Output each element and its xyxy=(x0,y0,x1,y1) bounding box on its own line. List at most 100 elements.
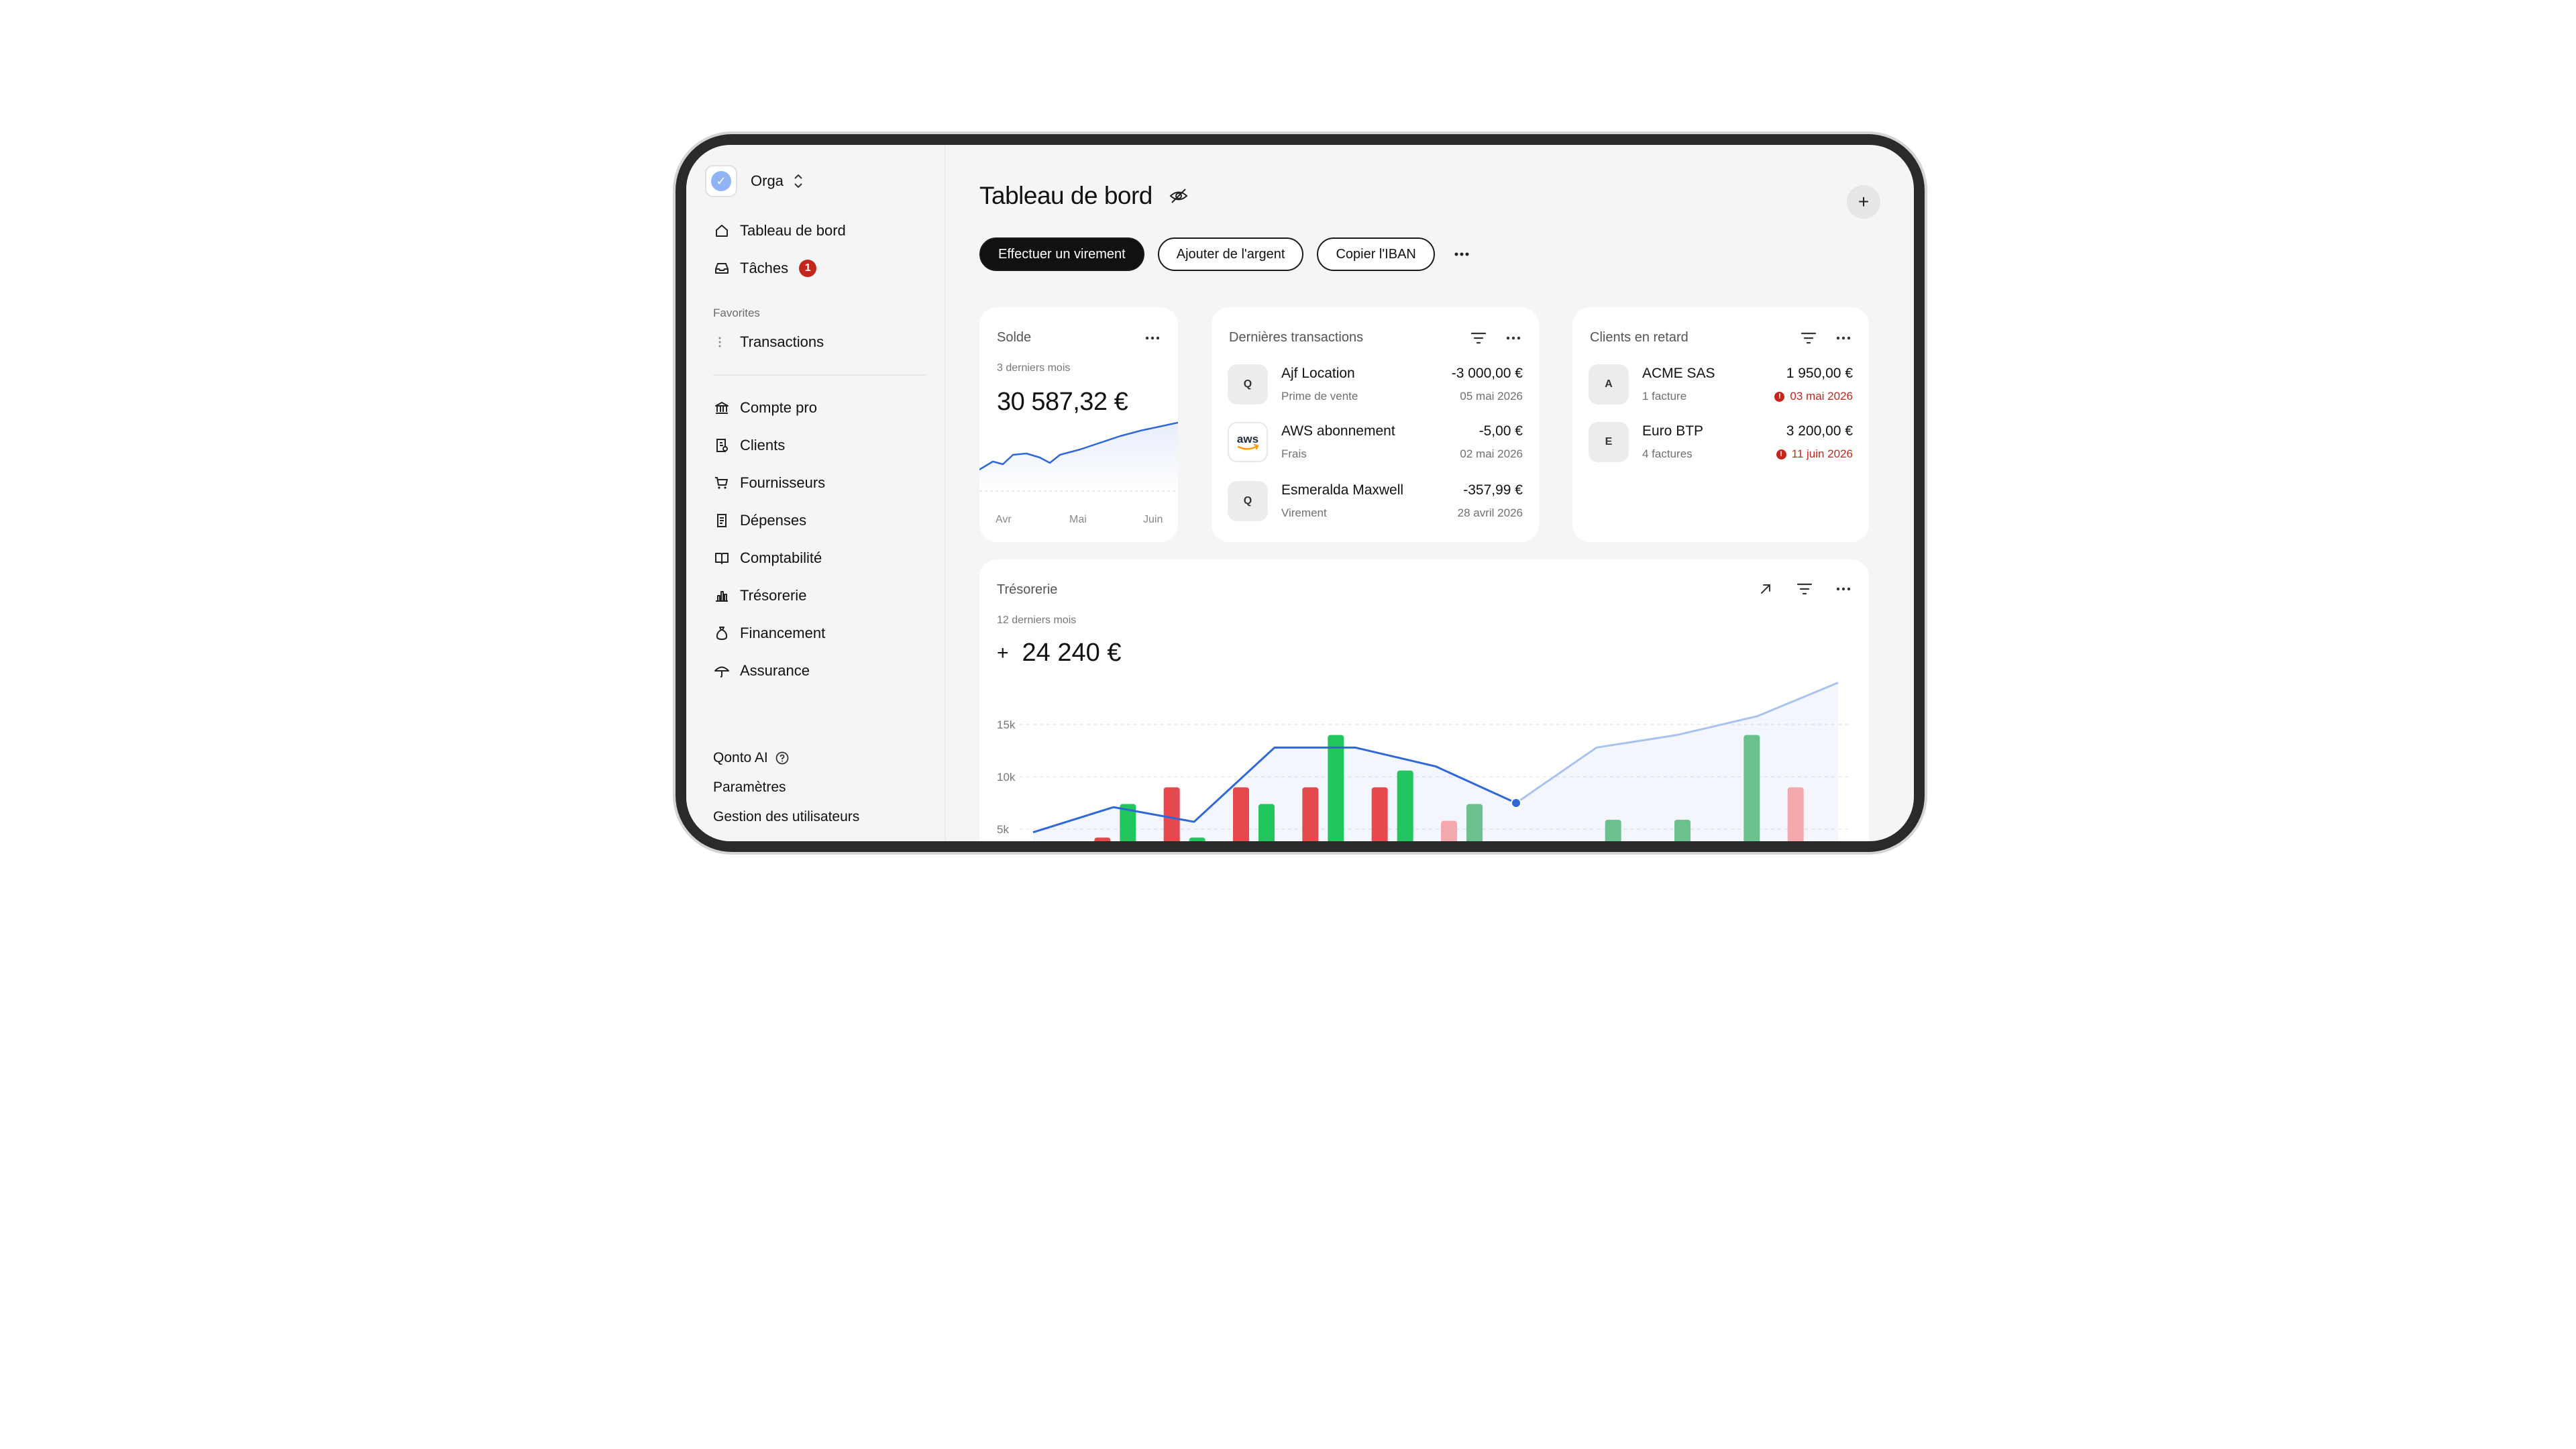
sidebar-item-label: Comptabilité xyxy=(740,549,822,566)
inflow-bar xyxy=(1258,804,1275,841)
transaction-name: Esmeralda Maxwell xyxy=(1281,482,1404,498)
inflow-bar xyxy=(1466,804,1483,841)
treasury-amount-value: 24 240 € xyxy=(1022,639,1122,667)
card-period: 12 derniers mois xyxy=(997,614,1077,626)
due-date-text: 03 mai 2026 xyxy=(1790,390,1853,402)
filter-icon[interactable] xyxy=(1469,330,1488,346)
transaction-row[interactable]: Q Ajf Location Prime de vente -3 000,00 €… xyxy=(1228,361,1523,408)
sidebar-item-financing[interactable]: Financement xyxy=(705,614,945,652)
amount-sign: + xyxy=(997,641,1009,664)
y-tick-label: 15k xyxy=(997,718,1016,731)
sidebar-item-label: Financement xyxy=(740,625,826,641)
transaction-date: 05 mai 2026 xyxy=(1460,390,1523,402)
overdue-icon: ! xyxy=(1774,391,1785,402)
aws-logo: aws xyxy=(1228,422,1268,462)
transfer-button[interactable]: Effectuer un virement xyxy=(979,237,1144,271)
balance-amount: 30 587,32 € xyxy=(997,388,1128,416)
eye-off-icon[interactable] xyxy=(1169,186,1189,206)
settings-link[interactable]: Paramètres xyxy=(713,773,859,802)
outflow-bar xyxy=(1094,837,1111,841)
add-money-button[interactable]: Ajouter de l'argent xyxy=(1157,237,1304,271)
plus-icon: + xyxy=(1858,191,1870,212)
transaction-date: 02 mai 2026 xyxy=(1460,447,1523,460)
favorites-heading: Favorites xyxy=(713,307,760,319)
copy-iban-button[interactable]: Copier l'IBAN xyxy=(1317,237,1435,271)
sidebar-item-tasks[interactable]: Tâches 1 xyxy=(705,250,945,287)
outflow-bar xyxy=(1233,787,1249,841)
tablet-frame: ✓ Orga Tableau de bord Tâches 1 Favorite… xyxy=(673,131,1927,855)
add-button[interactable]: + xyxy=(1847,185,1880,219)
transactions-card[interactable]: Dernières transactions Q Ajf Location Pri… xyxy=(1212,307,1539,542)
card-tools xyxy=(1469,330,1523,346)
org-logo: ✓ xyxy=(705,165,737,197)
transaction-category: Prime de vente xyxy=(1281,390,1358,402)
month-label: Avr xyxy=(996,514,1012,525)
receipt-icon xyxy=(713,512,731,529)
sidebar-item-business-account[interactable]: Compte pro xyxy=(705,389,945,427)
money-bag-icon xyxy=(713,625,731,642)
transaction-row[interactable]: Q Esmeralda Maxwell Virement -357,99 € 28 … xyxy=(1228,478,1523,525)
card-title: Solde xyxy=(997,330,1032,345)
sidebar-item-accounting[interactable]: Comptabilité xyxy=(705,539,945,577)
filter-icon[interactable] xyxy=(1795,581,1814,597)
client-name: ACME SAS xyxy=(1642,366,1715,381)
sidebar: ✓ Orga Tableau de bord Tâches 1 Favorite… xyxy=(686,145,946,841)
treasury-card[interactable]: Trésorerie 12 derniers mois + 24 240 € 1… xyxy=(979,559,1869,841)
filter-icon[interactable] xyxy=(1799,330,1818,346)
tablet-bezel: ✓ Orga Tableau de bord Tâches 1 Favorite… xyxy=(676,134,1925,852)
org-switcher[interactable]: ✓ Orga xyxy=(705,164,945,199)
cart-icon xyxy=(713,474,731,492)
sidebar-item-treasury[interactable]: Trésorerie xyxy=(705,577,945,614)
sidebar-item-insurance[interactable]: Assurance xyxy=(705,652,945,690)
transaction-row[interactable]: aws AWS abonnement Frais -5,00 € 02 mai 20… xyxy=(1228,419,1523,466)
inflow-bar xyxy=(1674,819,1690,841)
page-title: Tableau de bord xyxy=(979,182,1152,209)
outflow-bar xyxy=(1441,820,1457,841)
today-marker xyxy=(1511,798,1521,808)
chart-icon xyxy=(713,587,731,604)
late-client-row[interactable]: A ACME SAS 1 facture 1 950,00 €! 03 mai 20… xyxy=(1589,361,1853,408)
expand-arrow-icon[interactable] xyxy=(1756,581,1775,597)
card-tools xyxy=(1799,330,1853,346)
sidebar-item-suppliers[interactable]: Fournisseurs xyxy=(705,464,945,502)
sidebar-item-clients[interactable]: Clients xyxy=(705,427,945,464)
quick-actions: Effectuer un virement Ajouter de l'argen… xyxy=(979,237,1880,271)
client-avatar: A xyxy=(1589,364,1629,405)
treasury-amount: + 24 240 € xyxy=(997,639,1121,667)
due-date: ! 11 juin 2026 xyxy=(1776,447,1853,461)
transaction-avatar: Q xyxy=(1228,364,1268,405)
sidebar-item-transactions[interactable]: Transactions xyxy=(705,323,945,361)
sidebar-divider xyxy=(713,374,926,376)
card-title: Trésorerie xyxy=(997,582,1058,597)
transaction-amount: -357,99 € xyxy=(1463,482,1523,498)
page-header: Tableau de bord xyxy=(979,172,1880,220)
balance-area xyxy=(1033,682,1838,841)
nav-main: Compte pro Clients Fournisseurs Dépenses… xyxy=(705,389,945,690)
sidebar-bottom: Qonto AI Paramètres Gestion des utilisat… xyxy=(713,743,859,832)
more-icon[interactable] xyxy=(1834,330,1853,346)
inbox-icon xyxy=(713,260,731,277)
qonto-ai-label: Qonto AI xyxy=(713,750,768,765)
more-icon[interactable] xyxy=(1504,330,1523,346)
summary-cards: Solde 3 derniers mois 30 587,32 € Avr Ma… xyxy=(979,307,1880,542)
user-management-link[interactable]: Gestion des utilisateurs xyxy=(713,802,859,832)
book-icon xyxy=(713,549,731,567)
late-client-row[interactable]: E Euro BTP 4 factures 3 200,00 €! 11 juin … xyxy=(1589,419,1853,466)
sidebar-item-expenses[interactable]: Dépenses xyxy=(705,502,945,539)
more-actions-button[interactable] xyxy=(1448,241,1475,268)
client-amount: 1 950,00 € xyxy=(1786,366,1853,381)
more-icon[interactable] xyxy=(1143,330,1162,346)
balance-card[interactable]: Solde 3 derniers mois 30 587,32 € Avr Ma… xyxy=(979,307,1178,542)
sidebar-item-label: Clients xyxy=(740,437,786,453)
org-name: Orga xyxy=(751,172,784,189)
due-date-text: 11 juin 2026 xyxy=(1791,447,1853,460)
more-icon[interactable] xyxy=(1834,581,1853,597)
nav-top: Tableau de bord Tâches 1 xyxy=(705,212,945,287)
aws-logo-text: aws xyxy=(1237,433,1258,445)
qonto-ai-link[interactable]: Qonto AI xyxy=(713,743,859,773)
late-clients-card[interactable]: Clients en retard A ACME SAS 1 facture 1 … xyxy=(1572,307,1869,542)
sidebar-item-dashboard[interactable]: Tableau de bord xyxy=(705,212,945,250)
invoice-count: 1 facture xyxy=(1642,390,1687,402)
client-amount: 3 200,00 € xyxy=(1786,423,1853,439)
transaction-amount: -3 000,00 € xyxy=(1451,366,1523,381)
